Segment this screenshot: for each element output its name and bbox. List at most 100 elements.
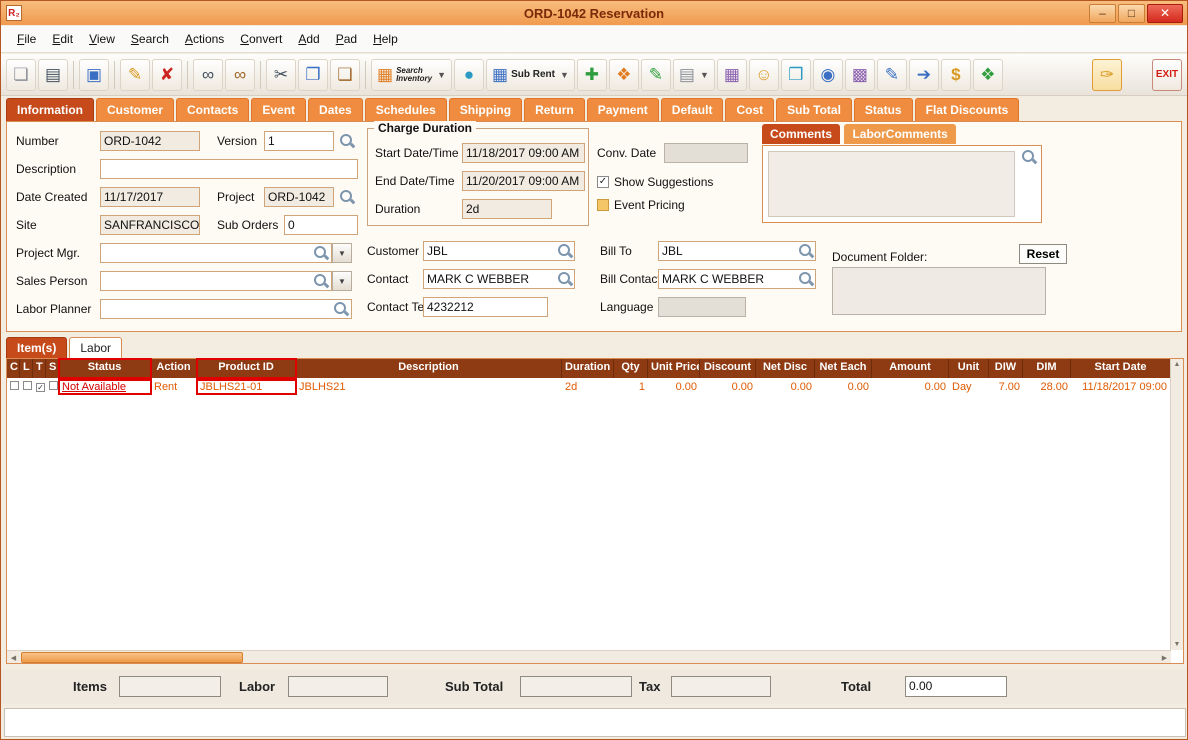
group-items-button[interactable]: ❖ <box>608 58 639 91</box>
delete-button[interactable]: ✘ <box>152 58 182 91</box>
wand-button[interactable]: ✑ <box>1092 58 1122 91</box>
copy-button[interactable]: ❐ <box>298 58 328 91</box>
tab-sub-total[interactable]: Sub Total <box>776 98 852 121</box>
tab-information[interactable]: Information <box>6 98 94 121</box>
bill-to-lookup-icon[interactable] <box>798 243 814 259</box>
show-suggestions-checkbox[interactable]: ✓ <box>597 176 609 188</box>
labor-planner-field[interactable] <box>100 299 352 319</box>
scroll-left-icon[interactable]: ◀ <box>7 651 20 664</box>
sub-rent-button[interactable]: ▦ Sub Rent ▼ <box>486 58 575 91</box>
ink-drop-button[interactable]: ● <box>454 58 484 91</box>
end-datetime-field[interactable]: 11/20/2017 09:00 AM <box>462 171 585 191</box>
report-button[interactable]: ▦ <box>716 58 747 91</box>
menu-help[interactable]: Help <box>365 28 406 50</box>
customer-field[interactable]: JBL <box>423 241 575 261</box>
menu-file[interactable]: File <box>9 28 44 50</box>
project-mgr-field[interactable] <box>100 243 332 263</box>
col-header-status[interactable]: Status <box>58 358 152 379</box>
edit-button[interactable]: ✎ <box>120 58 150 91</box>
tab-dates[interactable]: Dates <box>308 98 363 121</box>
col-header-diw[interactable]: DIW <box>989 359 1023 378</box>
customer-lookup-icon[interactable] <box>557 243 573 259</box>
site-field[interactable]: SANFRANCISCO <box>100 215 200 235</box>
customer-service-button[interactable]: ☺ <box>748 58 779 91</box>
print-button[interactable]: ▤ <box>38 58 68 91</box>
row-checkbox-l[interactable] <box>23 381 32 390</box>
find-button[interactable]: ∞ <box>193 58 223 91</box>
col-header-start-date[interactable]: Start Date <box>1071 359 1170 378</box>
disk-button[interactable]: ◉ <box>812 58 843 91</box>
horizontal-scrollbar[interactable]: ◀ ▶ <box>7 650 1171 663</box>
menu-pad[interactable]: Pad <box>328 28 365 50</box>
bill-contact-lookup-icon[interactable] <box>798 271 814 287</box>
col-header-dim[interactable]: DIM <box>1023 359 1071 378</box>
tab-customer[interactable]: Customer <box>96 98 175 121</box>
contact-field[interactable]: MARK C WEBBER <box>423 269 575 289</box>
paste-button[interactable]: ❑ <box>330 58 360 91</box>
money-button[interactable]: $ <box>940 58 971 91</box>
col-header-net-each[interactable]: Net Each <box>815 359 872 378</box>
exit-button[interactable]: EXIT <box>1152 58 1182 91</box>
col-header-qty[interactable]: Qty <box>614 359 648 378</box>
col-header-s[interactable]: S <box>46 359 59 378</box>
add-item-button[interactable]: ✚ <box>576 58 607 91</box>
menu-add[interactable]: Add <box>290 28 327 50</box>
start-datetime-field[interactable]: 11/18/2017 09:00 AM <box>462 143 585 163</box>
reset-button[interactable]: Reset <box>1019 244 1067 264</box>
scroll-down-icon[interactable]: ▼ <box>1172 639 1183 650</box>
bill-to-field[interactable]: JBL <box>658 241 816 261</box>
sales-person-field[interactable] <box>100 271 332 291</box>
col-header-discount[interactable]: Discount <box>700 359 756 378</box>
menu-edit[interactable]: Edit <box>44 28 81 50</box>
col-header-t[interactable]: T <box>33 359 46 378</box>
search-inventory-button[interactable]: ▦ Search Inventory ▼ <box>371 58 452 91</box>
close-button[interactable]: ✕ <box>1147 3 1183 23</box>
tab-labor[interactable]: Labor <box>69 337 123 358</box>
key-button[interactable]: ➔ <box>908 58 939 91</box>
col-header-unit[interactable]: Unit <box>949 359 989 378</box>
menu-actions[interactable]: Actions <box>177 28 232 50</box>
row-checkbox-t[interactable]: ✓ <box>36 383 45 392</box>
minimize-button[interactable]: – <box>1089 3 1116 23</box>
package-button[interactable]: ❒ <box>780 58 811 91</box>
tab-contacts[interactable]: Contacts <box>176 98 250 121</box>
description-field[interactable] <box>100 159 358 179</box>
col-header-unit-price[interactable]: Unit Price <box>648 359 700 378</box>
sales-person-dropdown[interactable]: ▼ <box>332 271 352 291</box>
new-button[interactable]: ❏ <box>6 58 36 91</box>
col-header-c[interactable]: C <box>7 359 20 378</box>
tab-shipping[interactable]: Shipping <box>448 98 523 121</box>
date-created-field[interactable]: 11/17/2017 <box>100 187 200 207</box>
version-field[interactable]: 1 <box>264 131 334 151</box>
comments-zoom-icon[interactable] <box>1021 149 1037 165</box>
scroll-up-icon[interactable]: ▲ <box>1172 359 1183 370</box>
sub-orders-field[interactable]: 0 <box>284 215 358 235</box>
maximize-button[interactable]: □ <box>1118 3 1145 23</box>
find-price-button[interactable]: ∞ <box>225 58 255 91</box>
vertical-scrollbar[interactable]: ▲ ▼ <box>1170 359 1183 650</box>
cut-button[interactable]: ✂ <box>266 58 296 91</box>
notepad-button[interactable]: ✎ <box>876 58 907 91</box>
tab-schedules[interactable]: Schedules <box>364 98 447 121</box>
contact-lookup-icon[interactable] <box>557 271 573 287</box>
tab-event[interactable]: Event <box>251 98 307 121</box>
parcel-button[interactable]: ❖ <box>972 58 1003 91</box>
scroll-right-icon[interactable]: ▶ <box>1158 651 1171 664</box>
tab-payment[interactable]: Payment <box>586 98 659 121</box>
project-field[interactable]: ORD-1042 <box>264 187 334 207</box>
col-header-l[interactable]: L <box>20 359 33 378</box>
project-mgr-dropdown[interactable]: ▼ <box>332 243 352 263</box>
labor-planner-lookup-icon[interactable] <box>333 301 349 317</box>
tab-return[interactable]: Return <box>524 98 585 121</box>
col-header-net-disc[interactable]: Net Disc <box>756 359 815 378</box>
comments-textarea[interactable] <box>768 151 1015 217</box>
sales-person-lookup-icon[interactable] <box>313 273 329 289</box>
chevron-down-icon[interactable]: ▼ <box>437 70 446 80</box>
edit-note-button[interactable]: ✎ <box>640 58 671 91</box>
project-mgr-lookup-icon[interactable] <box>313 245 329 261</box>
save-button[interactable]: ▣ <box>79 58 109 91</box>
event-pricing-checkbox[interactable] <box>597 199 609 211</box>
media-button[interactable]: ▤ ▼ <box>672 58 715 91</box>
contact-tel-field[interactable]: 4232212 <box>423 297 548 317</box>
col-header-duration[interactable]: Duration <box>562 359 614 378</box>
